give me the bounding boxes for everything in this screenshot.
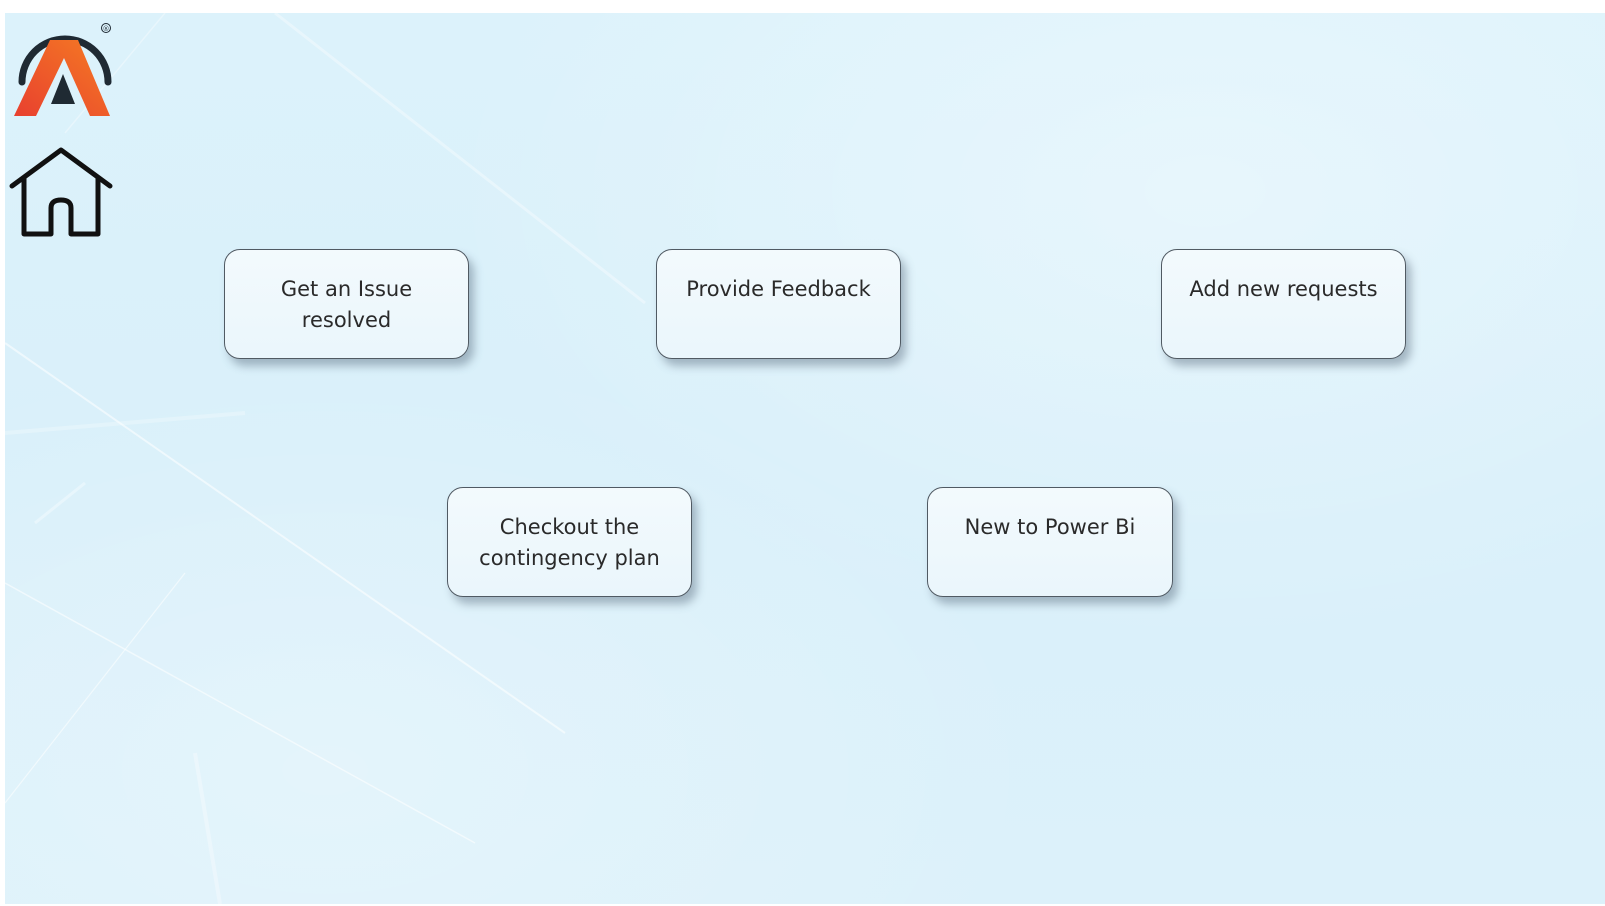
provide-feedback-button[interactable]: Provide Feedback <box>656 249 901 359</box>
home-icon[interactable] <box>8 138 114 238</box>
provide-feedback-label: Provide Feedback <box>686 277 871 301</box>
contingency-plan-button[interactable]: Checkout the contingency plan <box>447 487 692 597</box>
add-new-requests-label: Add new requests <box>1189 277 1378 301</box>
new-to-power-bi-label: New to Power Bi <box>964 515 1136 539</box>
report-canvas <box>5 13 1605 904</box>
registered-mark: ® <box>103 25 110 33</box>
add-new-requests-button[interactable]: Add new requests <box>1161 249 1406 359</box>
new-to-power-bi-button[interactable]: New to Power Bi <box>927 487 1173 597</box>
contingency-plan-label: Checkout the contingency plan <box>479 515 660 570</box>
background-decoration <box>5 13 646 904</box>
brand-logo-icon: ® <box>14 23 112 116</box>
get-issue-resolved-label: Get an Issue resolved <box>280 277 413 332</box>
get-issue-resolved-button[interactable]: Get an Issue resolved <box>224 249 469 359</box>
